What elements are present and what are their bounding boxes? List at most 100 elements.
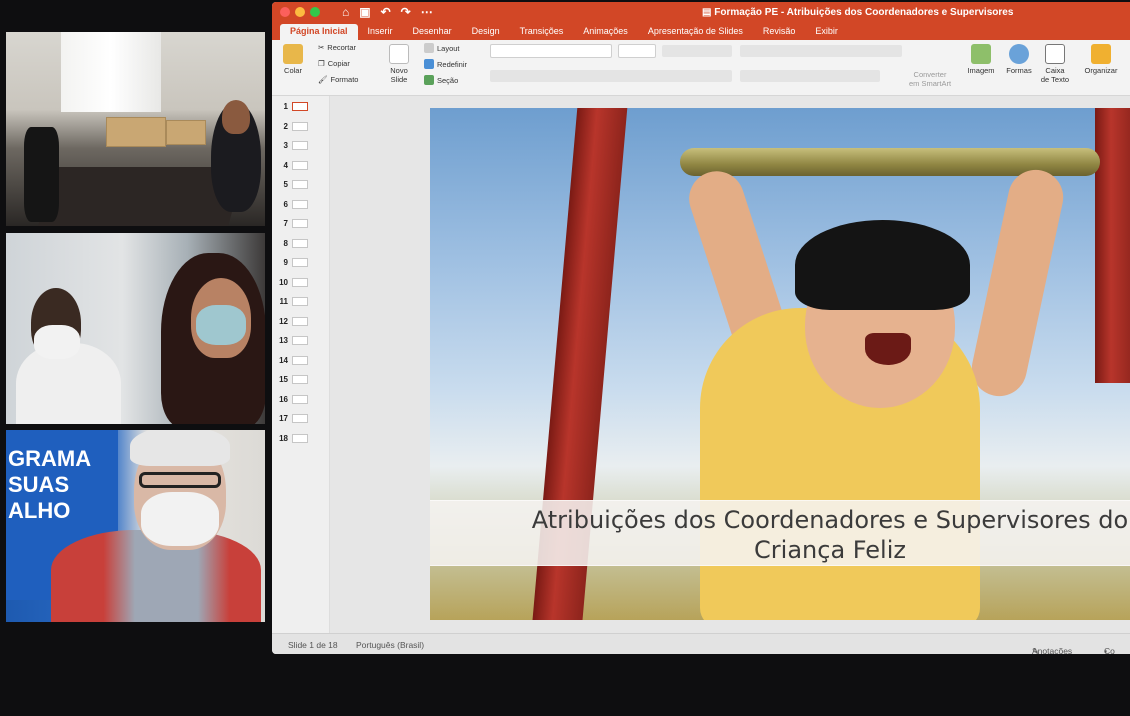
paragraph-align-buttons[interactable] [740, 70, 880, 82]
slide-thumbnail[interactable]: 11 [276, 297, 308, 306]
cut-button[interactable]: ✂ Recortar [318, 43, 356, 52]
tab-apresentacao[interactable]: Apresentação de Slides [638, 24, 753, 40]
tab-inserir[interactable]: Inserir [358, 24, 403, 40]
more-icon[interactable]: ⋯ [421, 5, 433, 19]
slide-number: 2 [283, 121, 288, 131]
slide-mini-preview [292, 433, 308, 443]
status-bar: Slide 1 de 18 Português (Brasil) ✎ Anota… [272, 633, 1130, 654]
paragraph-list-buttons[interactable] [740, 45, 902, 57]
tab-revisao[interactable]: Revisão [753, 24, 806, 40]
slide-thumbnail[interactable]: 17 [276, 414, 308, 423]
slide-mini-preview [292, 336, 308, 345]
save-icon[interactable]: ▣ [359, 5, 370, 19]
tab-design[interactable]: Design [462, 24, 510, 40]
close-window-button[interactable] [280, 7, 290, 17]
powerpoint-window: ⌂ ▣ ↶ ↷ ⋯ ▤ Formação PE - Atribuições do… [272, 2, 1130, 654]
video-tile-man-glasses[interactable]: GRAMA SUAS ALHO [6, 430, 265, 622]
layout-button[interactable]: Layout [424, 43, 460, 53]
slide-thumbnails-pane[interactable]: 1 2 3 4 5 6 7 8 9 10 11 12 13 14 15 16 17 18 [272, 96, 330, 633]
slide-mini-preview [292, 297, 308, 306]
minimize-window-button[interactable] [295, 7, 305, 17]
slide-number: 15 [279, 375, 288, 384]
slide-number: 7 [283, 219, 288, 228]
slide-mini-preview [292, 394, 308, 404]
new-slide-button[interactable]: Novo Slide [378, 44, 420, 84]
arrange-icon [1091, 44, 1111, 64]
redo-icon[interactable]: ↷ [401, 5, 411, 19]
title-bar: ⌂ ▣ ↶ ↷ ⋯ ▤ Formação PE - Atribuições do… [272, 2, 1130, 24]
slide-number: 18 [279, 433, 288, 443]
textbox-icon [1045, 44, 1065, 64]
arrange-button[interactable]: Organizar [1080, 44, 1122, 75]
banner-line-3: ALHO [8, 498, 71, 523]
powerpoint-doc-icon: ▤ [702, 7, 715, 18]
tab-exibir[interactable]: Exibir [805, 24, 848, 40]
font-style-buttons[interactable] [490, 70, 732, 82]
tab-transicoes[interactable]: Transições [510, 24, 574, 40]
slide-number: 14 [279, 355, 288, 365]
language-indicator[interactable]: Português (Brasil) [356, 640, 424, 650]
slide-thumbnail[interactable]: 5 [276, 180, 308, 189]
slide-thumbnail[interactable]: 13 [276, 336, 308, 345]
slide-thumbnail[interactable]: 3 [276, 141, 308, 150]
slide-mini-preview [292, 277, 308, 287]
font-name-select[interactable] [490, 44, 612, 58]
slide-thumbnail[interactable]: 9 [276, 258, 308, 267]
font-size-select[interactable] [618, 44, 656, 58]
scissors-icon: ✂ [318, 43, 325, 52]
slide-number: 8 [283, 238, 288, 248]
slide-thumbnail[interactable]: 2 [276, 121, 308, 131]
slide-title-line-1: Atribuições dos Coordenadores e Supervis… [531, 506, 1129, 534]
slide-mini-preview [292, 219, 308, 228]
slide-mini-preview [292, 121, 308, 131]
slide-thumbnail[interactable]: 10 [276, 277, 308, 287]
slide-number: 4 [283, 160, 288, 170]
quick-access-toolbar: ⌂ ▣ ↶ ↷ ⋯ [342, 5, 433, 19]
participant-hair [130, 430, 230, 466]
slide-thumbnail[interactable]: 12 [276, 316, 308, 326]
slide-thumbnail[interactable]: 6 [276, 199, 308, 209]
slide-thumbnail[interactable]: 7 [276, 219, 308, 228]
slide-number: 16 [279, 394, 288, 404]
face-mask [141, 492, 219, 546]
section-icon [424, 75, 434, 85]
slide-thumbnail[interactable]: 15 [276, 375, 308, 384]
slide-thumbnail[interactable]: 16 [276, 394, 308, 404]
convert-smartart-button[interactable]: Converter em SmartArt [900, 70, 960, 88]
section-button[interactable]: Seção [424, 75, 458, 85]
slide-thumbnail[interactable]: 18 [276, 433, 308, 443]
copy-button[interactable]: ❐ Copiar [318, 59, 350, 68]
slide-counter: Slide 1 de 18 [288, 640, 338, 650]
current-slide[interactable]: Atribuições dos Coordenadores e Supervis… [430, 108, 1130, 620]
ribbon-tabs: Página Inicial Inserir Desenhar Design T… [272, 24, 1130, 40]
room-window [61, 32, 161, 112]
tab-desenhar[interactable]: Desenhar [403, 24, 462, 40]
paste-icon [283, 44, 303, 64]
insert-textbox-button[interactable]: Caixa de Texto [1034, 44, 1076, 84]
slide-mini-preview [292, 316, 308, 326]
insert-image-button[interactable]: Imagem [960, 44, 1002, 75]
undo-icon[interactable]: ↶ [381, 5, 391, 19]
slide-thumbnail[interactable]: 8 [276, 238, 308, 248]
slide-title-box[interactable]: Atribuições dos Coordenadores e Supervis… [430, 500, 1130, 566]
video-tile-two-participants[interactable] [6, 233, 265, 424]
video-tile-meeting-room[interactable] [6, 32, 265, 226]
slide-thumbnail[interactable]: 4 [276, 160, 308, 170]
paste-button[interactable]: Colar [272, 44, 314, 75]
maximize-window-button[interactable] [310, 7, 320, 17]
tab-animacoes[interactable]: Animações [573, 24, 638, 40]
slide-thumbnail[interactable]: 1 [276, 102, 308, 111]
tab-pagina-inicial[interactable]: Página Inicial [280, 24, 358, 40]
slide-thumbnail[interactable]: 14 [276, 355, 308, 365]
office-chair [24, 127, 59, 222]
slide-number: 5 [283, 180, 288, 189]
font-size-buttons[interactable] [662, 45, 732, 57]
format-painter-button[interactable]: 🖌 Formato [318, 75, 358, 84]
home-icon[interactable]: ⌂ [342, 5, 349, 19]
stacked-boxes [106, 117, 166, 147]
window-controls [280, 7, 320, 17]
reset-button[interactable]: Redefinir [424, 59, 467, 69]
stacked-boxes-2 [166, 120, 206, 145]
slide-number: 11 [279, 297, 288, 306]
patterned-face-mask [196, 305, 246, 345]
